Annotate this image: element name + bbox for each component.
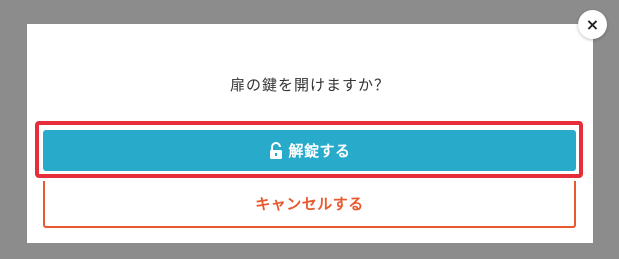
modal-overlay: 扉の鍵を開けますか？ 解錠する キャンセルする × [0, 0, 619, 259]
cancel-button-label: キャンセルする [255, 195, 364, 213]
dialog-message: 扉の鍵を開けますか？ [229, 76, 390, 94]
unlock-button[interactable]: 解錠する [43, 130, 576, 171]
unlock-dialog: 扉の鍵を開けますか？ 解錠する キャンセルする [27, 24, 593, 243]
unlock-button-label: 解錠する [288, 142, 351, 160]
cancel-button[interactable]: キャンセルする [43, 181, 576, 228]
close-icon: × [585, 14, 600, 34]
close-button[interactable]: × [578, 10, 607, 39]
unlock-icon [268, 141, 284, 160]
